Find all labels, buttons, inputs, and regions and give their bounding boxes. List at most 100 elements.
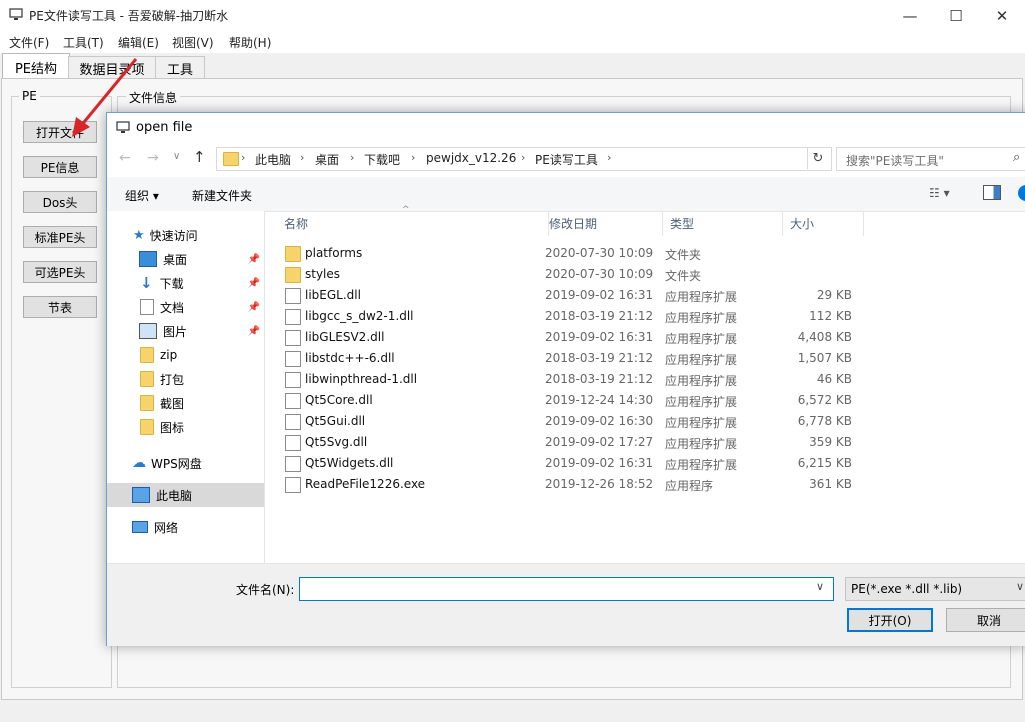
column-type[interactable]: 类型: [663, 211, 783, 236]
file-date: 2019-09-02 16:30: [545, 414, 654, 428]
pe-info-button[interactable]: PE信息: [23, 156, 97, 178]
nav-quick-access[interactable]: ★ 快速访问: [107, 223, 264, 247]
organize-button[interactable]: 组织 ▾: [125, 187, 159, 204]
dos-header-button[interactable]: Dos头: [23, 191, 97, 213]
desktop-icon: [139, 251, 157, 267]
file-size: 6,778 KB: [797, 414, 852, 428]
dll-file-icon: [285, 351, 301, 367]
breadcrumb-pewjdx[interactable]: pewjdx_v12.26: [426, 151, 516, 165]
nav-label: zip: [160, 348, 178, 362]
file-date: 2019-09-02 17:27: [545, 435, 654, 449]
forward-arrow-icon[interactable]: →: [147, 150, 159, 166]
file-size: 29 KB: [816, 288, 852, 302]
file-row[interactable]: Qt5Widgets.dll 2019-09-02 16:31 应用程序扩展 6,21…: [277, 453, 857, 474]
chevron-down-icon: ∨: [1016, 580, 1025, 593]
open-file-dialog: open file ← → ∨ ↑ ∨ › 此电脑 › 桌面 › 下载吧 › p…: [106, 112, 1025, 646]
filename-dropdown-icon[interactable]: ∨: [816, 580, 824, 593]
nav-label: 截图: [160, 396, 185, 411]
section-table-button[interactable]: 节表: [23, 296, 97, 318]
network-icon: [132, 521, 148, 533]
nav-item-pictures[interactable]: 图片 📌: [107, 319, 264, 343]
breadcrumb-download[interactable]: 下载吧: [364, 151, 400, 168]
close-button[interactable]: ✕: [979, 0, 1025, 31]
view-options-icon[interactable]: ☷ ▾: [929, 186, 950, 200]
file-row[interactable]: libGLESV2.dll 2019-09-02 16:31 应用程序扩展 4,408…: [277, 327, 857, 348]
refresh-icon[interactable]: ↻: [807, 147, 828, 169]
file-row[interactable]: Qt5Core.dll 2019-12-24 14:30 应用程序扩展 6,572 K…: [277, 390, 857, 411]
recent-dropdown-icon[interactable]: ∨: [173, 151, 180, 162]
preview-pane-icon[interactable]: [983, 185, 1001, 200]
up-arrow-icon[interactable]: ↑: [193, 148, 206, 166]
nav-item-desktop[interactable]: 桌面 📌: [107, 247, 264, 271]
tab-tools[interactable]: 工具: [155, 56, 205, 79]
file-type: 应用程序扩展: [665, 311, 738, 325]
nav-item-zip[interactable]: zip: [107, 343, 264, 367]
menu-file[interactable]: 文件(F): [9, 34, 49, 51]
standard-pe-header-button[interactable]: 标准PE头: [23, 226, 97, 248]
nav-item-screenshots[interactable]: 截图: [107, 391, 264, 415]
star-icon: ★: [133, 227, 145, 243]
file-row[interactable]: libwinpthread-1.dll 2018-03-19 21:12 应用程序扩…: [277, 369, 857, 390]
breadcrumb-desktop[interactable]: 桌面: [315, 151, 339, 168]
file-type-select[interactable]: PE(*.exe *.dll *.lib) ∨: [845, 577, 1025, 601]
menu-tools[interactable]: 工具(T): [63, 34, 104, 51]
nav-wps-cloud[interactable]: ☁ WPS网盘: [107, 451, 264, 475]
file-type: 应用程序扩展: [665, 437, 738, 451]
menu-edit[interactable]: 编辑(E): [118, 34, 159, 51]
column-name[interactable]: 名称: [277, 211, 549, 236]
new-folder-button[interactable]: 新建文件夹: [192, 187, 252, 204]
optional-pe-header-button[interactable]: 可选PE头: [23, 261, 97, 283]
nav-item-download[interactable]: ↓ 下载 📌: [107, 271, 264, 295]
pe-group-label: PE: [19, 89, 40, 103]
help-icon[interactable]: [1018, 185, 1025, 201]
menu-view[interactable]: 视图(V): [172, 34, 214, 51]
file-type: 应用程序: [665, 479, 714, 493]
maximize-button[interactable]: ☐: [933, 0, 979, 31]
column-date[interactable]: 修改日期: [542, 211, 663, 236]
file-date: 2020-07-30 10:09: [545, 246, 654, 260]
file-row[interactable]: platforms 2020-07-30 10:09 文件夹: [277, 243, 857, 264]
file-date: 2020-07-30 10:09: [545, 267, 654, 281]
nav-item-documents[interactable]: 文档 📌: [107, 295, 264, 319]
chevron-right-icon: ›: [607, 151, 612, 164]
file-row[interactable]: libgcc_s_dw2-1.dll 2018-03-19 21:12 应用程序扩展…: [277, 306, 857, 327]
file-row[interactable]: ReadPeFile1226.exe 2019-12-26 18:52 应用程序 36…: [277, 474, 857, 495]
nav-network[interactable]: 网络: [107, 515, 264, 539]
file-size: 4,408 KB: [797, 330, 852, 344]
dll-file-icon: [285, 393, 301, 409]
file-row[interactable]: styles 2020-07-30 10:09 文件夹: [277, 264, 857, 285]
nav-item-icons[interactable]: 图标: [107, 415, 264, 439]
filename-input[interactable]: ∨: [299, 577, 834, 601]
file-row[interactable]: Qt5Gui.dll 2019-09-02 16:30 应用程序扩展 6,778 KB: [277, 411, 857, 432]
file-type: 应用程序扩展: [665, 353, 738, 367]
back-arrow-icon[interactable]: ←: [119, 150, 131, 166]
dialog-titlebar: open file: [107, 113, 1025, 143]
minimize-button[interactable]: —: [887, 0, 933, 31]
nav-item-pack[interactable]: 打包: [107, 367, 264, 391]
file-date: 2019-09-02 16:31: [545, 288, 654, 302]
cancel-button[interactable]: 取消: [946, 608, 1025, 632]
search-icon[interactable]: ⌕: [1013, 150, 1020, 165]
document-icon: [140, 299, 154, 315]
file-row[interactable]: libstdc++-6.dll 2018-03-19 21:12 应用程序扩展 1,5…: [277, 348, 857, 369]
dll-file-icon: [285, 288, 301, 304]
column-size[interactable]: 大小: [783, 211, 864, 236]
file-name: Qt5Core.dll: [305, 393, 373, 407]
file-row[interactable]: Qt5Svg.dll 2019-09-02 17:27 应用程序扩展 359 KB: [277, 432, 857, 453]
nav-label: 网络: [154, 520, 179, 535]
dll-file-icon: [285, 456, 301, 472]
menu-help[interactable]: 帮助(H): [229, 34, 271, 51]
open-button[interactable]: 打开(O): [847, 608, 933, 632]
file-date: 2019-12-24 14:30: [545, 393, 654, 407]
dialog-bottom: 文件名(N): ∨ PE(*.exe *.dll *.lib) ∨ 打开(O) …: [107, 563, 1025, 646]
breadcrumb-this-pc[interactable]: 此电脑: [255, 151, 291, 168]
file-row[interactable]: libEGL.dll 2019-09-02 16:31 应用程序扩展 29 KB: [277, 285, 857, 306]
folder-icon: [285, 267, 301, 283]
pe-groupbox: [11, 96, 112, 688]
nav-label: 图标: [160, 420, 185, 435]
dll-file-icon: [285, 330, 301, 346]
breadcrumb-pe-tool[interactable]: PE读写工具: [535, 151, 598, 168]
file-type: 应用程序扩展: [665, 416, 738, 430]
search-input[interactable]: 搜索"PE读写工具" ⌕: [836, 147, 1025, 171]
nav-this-pc[interactable]: 此电脑: [107, 483, 264, 507]
